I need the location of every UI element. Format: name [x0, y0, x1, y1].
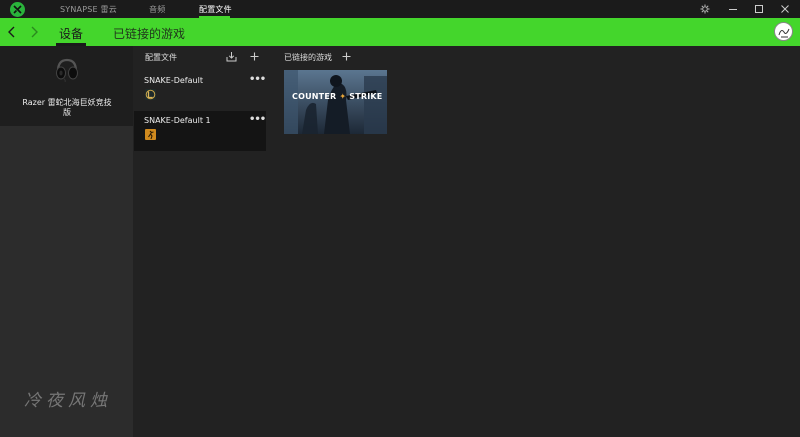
- close-icon[interactable]: [779, 3, 791, 15]
- add-profile-icon[interactable]: [250, 52, 259, 61]
- profile-more-options-icon[interactable]: •••: [249, 74, 266, 85]
- linked-games-header: 已链接的游戏: [284, 53, 332, 62]
- profiles-header: 配置文件: [145, 53, 177, 62]
- game-title: COUNTER ✦ STRIKE: [292, 92, 383, 101]
- counter-strike-icon: [145, 129, 156, 140]
- minimize-icon[interactable]: [727, 3, 739, 15]
- tab-profiles[interactable]: 配置文件: [199, 4, 232, 15]
- back-arrow-icon[interactable]: [6, 25, 18, 39]
- title-bar: SYNAPSE 雷云 音频 配置文件: [0, 0, 800, 18]
- tab-synapse[interactable]: SYNAPSE 雷云: [60, 4, 117, 15]
- device-nav-bar: 设备 已链接的游戏: [0, 18, 800, 46]
- device-panel: Razer 雷蛇北海巨妖竞技版: [0, 46, 133, 437]
- profile-item-selected[interactable]: SNAKE-Default 1 •••: [134, 111, 266, 151]
- headset-icon: [56, 58, 78, 82]
- profile-more-options-icon[interactable]: •••: [249, 114, 266, 125]
- tab-audio[interactable]: 音频: [149, 4, 165, 15]
- settings-gear-icon[interactable]: [699, 3, 711, 15]
- razer-logo-icon: [10, 2, 25, 17]
- profile-name: SNAKE-Default: [144, 76, 203, 85]
- counter-strike-artwork: [284, 70, 387, 134]
- game-card-counter-strike[interactable]: COUNTER ✦ STRIKE: [284, 70, 387, 134]
- device-name: Razer 雷蛇北海巨妖竞技版: [22, 98, 112, 117]
- watermark-text: 冷夜风烛: [24, 391, 112, 411]
- linked-games-nav-item[interactable]: 已链接的游戏: [113, 25, 185, 42]
- forward-arrow-icon[interactable]: [28, 25, 40, 39]
- add-linked-game-icon[interactable]: [342, 52, 351, 61]
- device-nav-item[interactable]: 设备: [59, 25, 83, 42]
- maximize-icon[interactable]: [753, 3, 765, 15]
- import-profile-icon[interactable]: [226, 51, 237, 62]
- profile-item[interactable]: SNAKE-Default •••: [134, 71, 266, 111]
- profile-name: SNAKE-Default 1: [144, 116, 211, 125]
- league-of-legends-icon: [145, 89, 156, 100]
- device-card[interactable]: Razer 雷蛇北海巨妖竞技版: [0, 46, 133, 126]
- user-avatar[interactable]: [774, 22, 793, 41]
